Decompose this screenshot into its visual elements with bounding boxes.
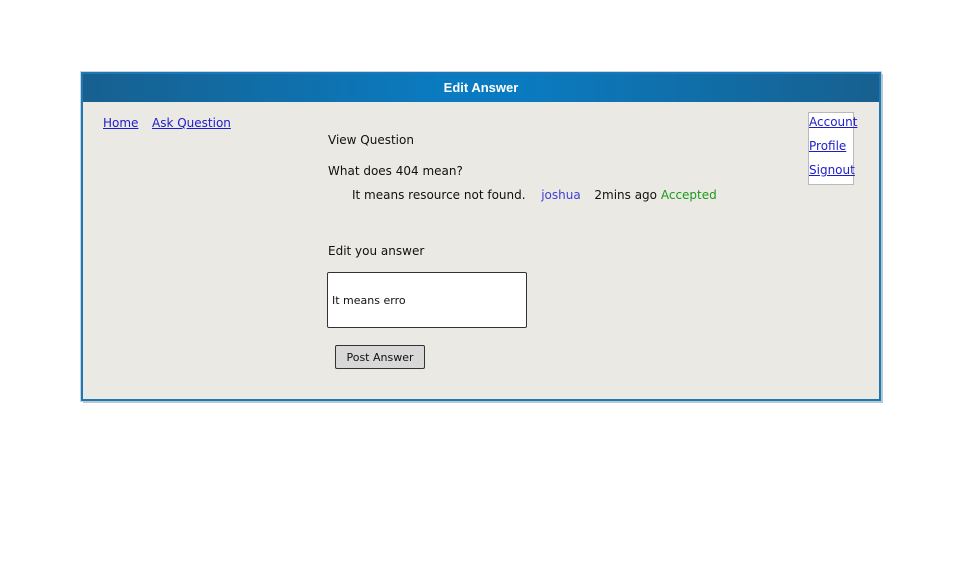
question-title: What does 404 mean? bbox=[328, 164, 463, 178]
account-link[interactable]: Account bbox=[809, 115, 857, 129]
account-menu: Account Profile Signout bbox=[808, 112, 857, 185]
answer-row: It means resource not found. joshua 2min… bbox=[352, 188, 717, 202]
post-answer-button[interactable]: Post Answer bbox=[335, 345, 425, 369]
answer-text: It means resource not found. bbox=[352, 188, 526, 202]
content-area: Home Ask Question Account Profile Signou… bbox=[83, 102, 879, 399]
home-link[interactable]: Home bbox=[103, 116, 138, 130]
answer-timestamp: 2mins ago bbox=[594, 188, 658, 202]
accepted-status: Accepted bbox=[660, 188, 717, 202]
answer-input[interactable] bbox=[327, 272, 527, 328]
ask-question-link[interactable]: Ask Question bbox=[152, 116, 231, 130]
view-question-label: View Question bbox=[328, 133, 414, 147]
answer-user-link[interactable]: joshua bbox=[541, 188, 581, 202]
signout-link[interactable]: Signout bbox=[809, 163, 855, 177]
profile-link[interactable]: Profile bbox=[809, 139, 846, 153]
edit-answer-label: Edit you answer bbox=[328, 244, 425, 258]
window-title: Edit Answer bbox=[83, 74, 879, 102]
edit-answer-window: Edit Answer Home Ask Question Account Pr… bbox=[81, 72, 881, 401]
